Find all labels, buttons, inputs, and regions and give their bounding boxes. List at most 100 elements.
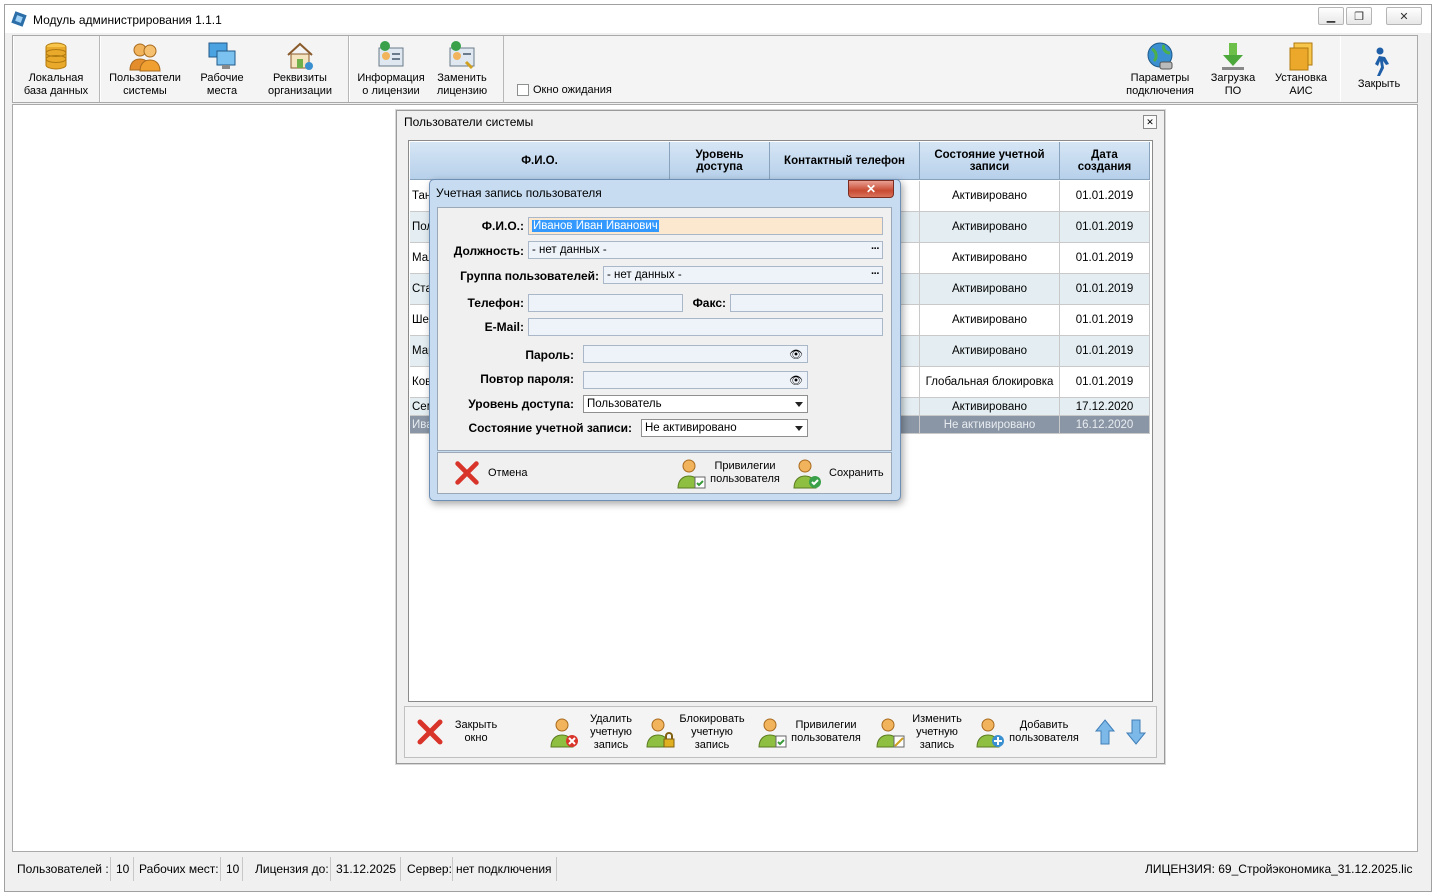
user-edit-icon bbox=[876, 718, 905, 748]
close-icon: ✕ bbox=[1146, 116, 1154, 127]
app-logo-icon bbox=[11, 11, 27, 27]
toolbar-label: Загрузка ПО bbox=[1210, 72, 1256, 97]
local-database-button[interactable]: Локальная база данных bbox=[20, 38, 92, 100]
table-cell-date: 17.12.2020 bbox=[1060, 398, 1150, 415]
dialog-privileges-button[interactable]: Привилегии пользователя bbox=[675, 456, 783, 490]
download-software-button[interactable]: Загрузка ПО bbox=[1206, 38, 1260, 100]
users-window-close-button[interactable]: ✕ bbox=[1143, 115, 1157, 129]
workplaces-label: Рабочих мест: bbox=[139, 862, 219, 876]
eye-icon[interactable]: 👁 bbox=[789, 374, 803, 387]
dialog-close-button[interactable]: ✕ bbox=[848, 180, 894, 198]
fax-input[interactable] bbox=[730, 294, 883, 312]
close-app-button[interactable]: Закрыть bbox=[1346, 44, 1412, 106]
password-input[interactable]: 👁 bbox=[583, 345, 808, 363]
fio-label: Ф.И.О.: bbox=[481, 219, 524, 233]
user-privileges-icon bbox=[677, 459, 706, 489]
email-input[interactable] bbox=[528, 318, 883, 336]
email-label: E-Mail: bbox=[484, 320, 524, 334]
button-label: Привилегии пользователя bbox=[710, 460, 780, 485]
edit-user-button[interactable]: Изменить учетную запись bbox=[874, 710, 968, 754]
position-field[interactable]: - нет данных - ··· bbox=[528, 241, 883, 259]
phone-input[interactable] bbox=[528, 294, 683, 312]
window-close-button[interactable]: ✕ bbox=[1386, 7, 1422, 25]
access-level-select[interactable]: Пользователь bbox=[583, 395, 808, 413]
position-value: - нет данных - bbox=[532, 244, 607, 256]
ellipsis-icon[interactable]: ··· bbox=[871, 268, 880, 280]
save-button[interactable]: Сохранить bbox=[791, 456, 884, 490]
replace-license-icon bbox=[449, 41, 475, 70]
red-x-icon bbox=[455, 461, 479, 485]
button-label: Сохранить bbox=[829, 466, 884, 479]
globe-connection-icon bbox=[1147, 42, 1173, 70]
column-header-phone[interactable]: Контактный телефон bbox=[770, 142, 920, 180]
button-label: Привилегии пользователя bbox=[791, 719, 861, 744]
window-title: Модуль администрирования 1.1.1 bbox=[33, 13, 222, 27]
table-cell-status: Активировано bbox=[920, 305, 1060, 335]
users-icon bbox=[129, 43, 161, 72]
system-users-button[interactable]: Пользователи системы bbox=[106, 38, 184, 100]
arrow-down-icon[interactable] bbox=[1125, 718, 1147, 746]
group-field[interactable]: - нет данных - ··· bbox=[603, 266, 883, 284]
wait-window-label: Окно ожидания bbox=[533, 84, 612, 96]
add-user-button[interactable]: Добавить пользователя bbox=[974, 710, 1082, 754]
toolbar-label: Закрыть bbox=[1357, 78, 1401, 90]
license-info-icon bbox=[378, 41, 404, 67]
delete-user-button[interactable]: Удалить учетную запись bbox=[548, 710, 642, 754]
connection-settings-button[interactable]: Параметры подключения bbox=[1120, 38, 1200, 100]
status-divider bbox=[242, 857, 243, 881]
wait-window-checkbox[interactable] bbox=[517, 84, 529, 96]
fio-input[interactable]: Иванов Иван Иванович bbox=[528, 217, 883, 235]
fax-label: Факс: bbox=[692, 296, 726, 310]
minimize-icon: ▁ bbox=[1326, 10, 1336, 23]
user-privileges-button[interactable]: Привилегии пользователя bbox=[756, 710, 864, 754]
license-info-button[interactable]: Информация о лицензии bbox=[356, 38, 426, 100]
table-cell-status: Активировано bbox=[920, 336, 1060, 366]
user-lock-icon bbox=[646, 718, 675, 748]
password-repeat-input[interactable]: 👁 bbox=[583, 371, 808, 389]
close-window-button[interactable]: Закрыть окно bbox=[414, 710, 506, 754]
close-icon: ✕ bbox=[865, 182, 877, 196]
account-status-label: Состояние учетной записи: bbox=[468, 421, 632, 435]
table-cell-status: Активировано bbox=[920, 212, 1060, 242]
ellipsis-icon[interactable]: ··· bbox=[871, 243, 880, 255]
maximize-button[interactable]: ❐ bbox=[1346, 7, 1372, 25]
column-header-status[interactable]: Состояние учетной записи bbox=[920, 142, 1060, 180]
user-add-icon bbox=[976, 718, 1004, 748]
button-label: Закрыть окно bbox=[454, 719, 498, 744]
column-header-created[interactable]: Дата создания bbox=[1060, 142, 1150, 180]
toolbar-label: Пользователи системы bbox=[109, 72, 181, 97]
toolbar-label: Заменить лицензию bbox=[436, 72, 488, 97]
table-cell-status: Не активировано bbox=[920, 416, 1060, 433]
account-status-select[interactable]: Не активировано bbox=[641, 419, 808, 437]
column-header-fio[interactable]: Ф.И.О. bbox=[410, 142, 670, 180]
close-icon: ✕ bbox=[1399, 10, 1409, 23]
server-label: Сервер: bbox=[407, 862, 452, 876]
organization-details-button[interactable]: Реквизиты организации bbox=[262, 38, 338, 100]
password-label: Пароль: bbox=[525, 348, 574, 362]
column-header-access-level[interactable]: Уровень доступа bbox=[670, 142, 770, 180]
workstations-button[interactable]: Рабочие места bbox=[192, 38, 252, 100]
table-cell-date: 01.01.2019 bbox=[1060, 305, 1150, 335]
eye-icon[interactable]: 👁 bbox=[789, 348, 803, 361]
table-cell-date: 01.01.2019 bbox=[1060, 212, 1150, 242]
users-window-title: Пользователи системы bbox=[404, 115, 534, 129]
table-cell-date: 01.01.2019 bbox=[1060, 181, 1150, 211]
status-divider bbox=[133, 857, 134, 881]
status-divider bbox=[330, 857, 331, 881]
install-ais-button[interactable]: Установка АИС bbox=[1268, 38, 1334, 100]
arrow-up-icon[interactable] bbox=[1094, 718, 1116, 746]
block-user-button[interactable]: Блокировать учетную запись bbox=[644, 710, 748, 754]
cancel-button[interactable]: Отмена bbox=[452, 456, 527, 490]
restore-icon: ❐ bbox=[1354, 10, 1364, 23]
user-save-icon bbox=[793, 459, 821, 489]
users-count: 10 bbox=[116, 862, 130, 876]
status-divider bbox=[400, 857, 401, 881]
license-file: ЛИЦЕНЗИЯ: 69_Стройэкономика_31.12.2025.l… bbox=[1145, 862, 1413, 876]
minimize-button[interactable]: ▁ bbox=[1318, 7, 1344, 25]
toolbar-label: Рабочие места bbox=[200, 72, 244, 97]
red-x-icon bbox=[417, 719, 443, 745]
download-arrow-icon bbox=[1222, 43, 1244, 70]
replace-license-button[interactable]: Заменить лицензию bbox=[430, 38, 494, 100]
button-label: Блокировать учетную запись bbox=[679, 712, 745, 751]
chevron-down-icon bbox=[795, 402, 803, 407]
